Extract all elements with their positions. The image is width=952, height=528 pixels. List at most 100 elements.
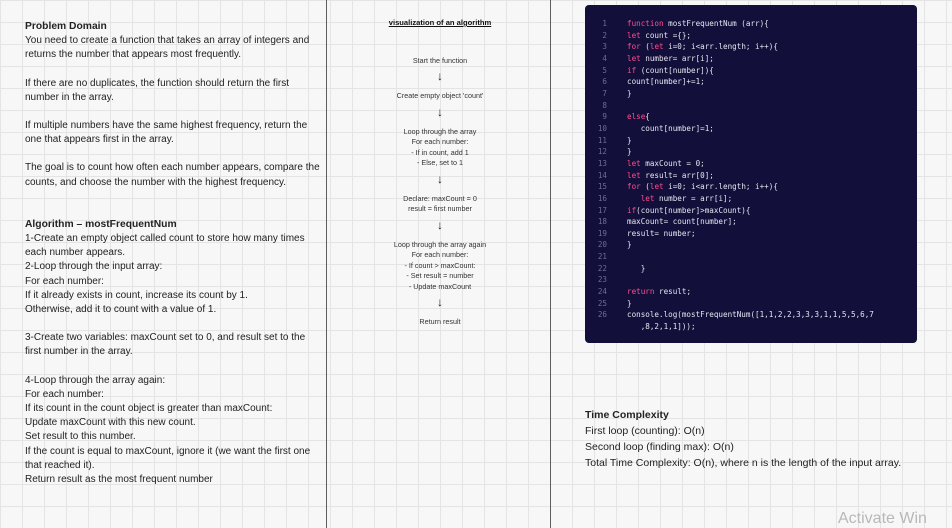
- algorithm-line: If it already exists in count, increase …: [25, 289, 248, 301]
- code-text: for (let i=0; i<arr.length; i++){: [627, 42, 778, 52]
- code-text: }: [627, 263, 646, 273]
- code-text: ,8,2,1,1]));: [627, 322, 696, 332]
- code-text: }: [627, 88, 632, 98]
- code-editor-panel: 1 function mostFrequentNum (arr){2 let cou…: [585, 5, 917, 343]
- code-text: let result= arr[0];: [627, 170, 714, 180]
- code-line: 10 count[number]=1;: [585, 123, 917, 135]
- line-number: 10: [597, 123, 607, 133]
- time-complexity-line: First loop (counting): O(n): [585, 425, 705, 437]
- code-text: let number= arr[i];: [627, 53, 714, 63]
- flowchart-step-text: - If in count, add 1: [411, 147, 469, 157]
- flowchart-step: Loop through the array again For each num…: [340, 240, 540, 293]
- flowchart-title: visualization of an algorithm: [388, 18, 492, 27]
- code-text: function mostFrequentNum (arr){: [627, 19, 769, 28]
- code-text: }: [627, 298, 632, 308]
- algorithm-line: For each number:: [25, 275, 104, 287]
- code-line: 21: [585, 251, 917, 263]
- time-complexity-heading: Time Complexity: [585, 409, 669, 421]
- line-number: 15: [597, 182, 607, 192]
- flowchart-step: Create empty object 'count': [340, 91, 540, 102]
- time-complexity-section: Time Complexity First loop (counting): O…: [585, 407, 945, 471]
- code-text: count[number]=1;: [627, 123, 714, 133]
- line-number: 17: [597, 205, 607, 215]
- code-text: }: [627, 135, 632, 145]
- code-line: 7}: [585, 88, 917, 100]
- flowchart-step: Start the function: [340, 56, 540, 67]
- problem-text-3: If multiple numbers have the same highes…: [25, 120, 308, 146]
- line-number: 23: [597, 275, 607, 285]
- code-text: console.log(mostFrequentNum([1,1,2,2,3,3…: [627, 310, 874, 320]
- line-number: 6: [602, 77, 607, 87]
- line-number: 22: [597, 263, 607, 273]
- code-line: 13 let maxCount = 0;: [585, 158, 917, 170]
- down-arrow-icon: ↓: [437, 69, 443, 83]
- code-text: else{: [627, 112, 650, 122]
- flowchart-step-text: Start the function: [412, 55, 468, 65]
- code-text: for (let i=0; i<arr.length; i++){: [627, 182, 778, 192]
- column-divider-left: [326, 0, 327, 528]
- flowchart-step-text: Create empty object 'count': [396, 91, 484, 100]
- code-line: 11}: [585, 135, 917, 147]
- code-line: 17 if(count[number]>maxCount){: [585, 205, 917, 217]
- line-number: 4: [602, 53, 607, 63]
- algorithm-line: Otherwise, add it to count with a value …: [25, 304, 217, 316]
- code-line: 2 let count ={};: [585, 30, 917, 42]
- flowchart-step-text: Return result: [419, 317, 461, 326]
- line-number: 5: [602, 65, 607, 75]
- line-number: 11: [597, 135, 607, 145]
- problem-text-2: If there are no duplicates, the function…: [25, 77, 290, 103]
- column-divider-right: [550, 0, 551, 528]
- algorithm-flowchart: visualization of an algorithm Start the …: [340, 18, 540, 328]
- flowchart-step-text: result = first number: [408, 204, 472, 213]
- problem-heading: Problem Domain: [25, 21, 107, 32]
- algorithm-step-3: 3-Create two variables: maxCount set to …: [25, 332, 306, 358]
- line-number: 21: [597, 252, 607, 262]
- down-arrow-icon: ↓: [437, 295, 443, 309]
- code-text: return result;: [627, 287, 692, 297]
- flowchart-step-text: - Else, set to 1: [417, 158, 463, 167]
- flowchart-step-text: - If count > maxCount:: [404, 260, 476, 270]
- activation-watermark: Activate Win: [838, 510, 927, 527]
- down-arrow-icon: ↓: [437, 217, 443, 232]
- algorithm-step-4-line: If its count in the count object is grea…: [25, 403, 273, 415]
- flowchart-step-text: For each number:: [411, 250, 469, 259]
- problem-text-4: The goal is to count how often each numb…: [25, 162, 320, 188]
- code-line: 24 return result;: [585, 286, 917, 298]
- code-text: maxCount= count[number];: [627, 217, 737, 227]
- code-text: let count ={};: [627, 30, 692, 40]
- code-text: result= number;: [627, 228, 696, 238]
- line-number: 8: [602, 100, 607, 110]
- line-number: 24: [597, 287, 607, 297]
- line-number: 3: [602, 42, 607, 52]
- algorithm-step-4-line: Set result to this number.: [25, 431, 136, 443]
- code-line: 22 }: [585, 263, 917, 275]
- algorithm-line: 1-Create an empty object called count to…: [25, 233, 305, 259]
- line-number: [585, 321, 627, 333]
- code-line: 8: [585, 100, 917, 112]
- algorithm-line: 2-Loop through the input array:: [25, 261, 163, 273]
- flowchart-step-text: Loop through the array again: [393, 239, 487, 249]
- line-number: 18: [597, 217, 607, 227]
- flowchart-step-text: - Set result = number: [406, 271, 474, 280]
- line-number: 16: [597, 193, 607, 203]
- code-text: let maxCount = 0;: [627, 158, 705, 168]
- line-number: 9: [602, 112, 607, 122]
- algorithm-heading: Algorithm – mostFrequentNum: [25, 218, 177, 230]
- code-line: 14 let result= arr[0];: [585, 170, 917, 182]
- flowchart-step-text: For each number:: [411, 137, 469, 146]
- down-arrow-icon: ↓: [437, 171, 443, 186]
- line-number: 12: [597, 147, 607, 157]
- algorithm-step-4-line: If the count is equal to maxCount, ignor…: [25, 445, 311, 471]
- code-line: 5 if (count[number]){: [585, 65, 917, 77]
- code-line: 25}: [585, 298, 917, 310]
- code-line: 18 maxCount= count[number];: [585, 216, 917, 228]
- algorithm-step-4-line: Update maxCount with this new count.: [25, 417, 196, 429]
- time-complexity-line: Second loop (finding max): O(n): [585, 441, 734, 453]
- algorithm-step-4-line: 4-Loop through the array again:: [25, 374, 166, 386]
- code-text: }: [627, 240, 632, 250]
- flowchart-step-text: Loop through the array: [403, 126, 477, 136]
- code-line: 15 for (let i=0; i<arr.length; i++){: [585, 181, 917, 193]
- line-number: 14: [597, 170, 607, 180]
- code-text: if(count[number]>maxCount){: [627, 205, 751, 215]
- code-line: 3 for (let i=0; i<arr.length; i++){: [585, 41, 917, 53]
